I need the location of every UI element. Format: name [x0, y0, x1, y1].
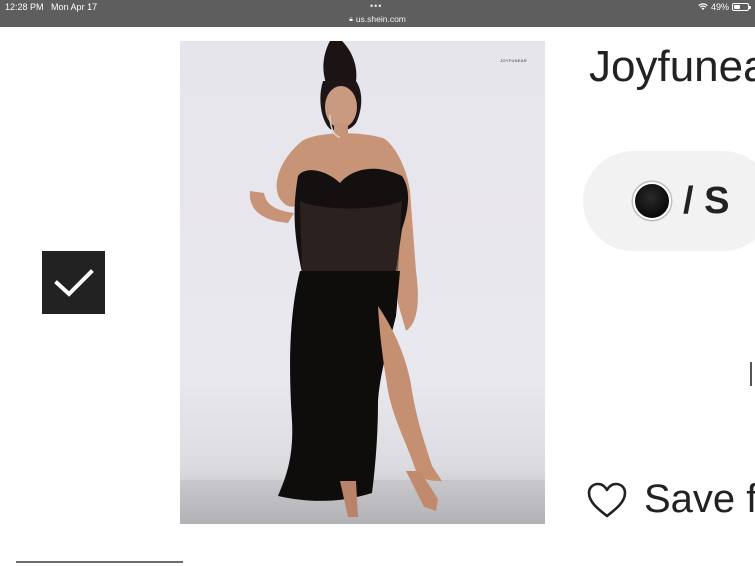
checkmark-icon: [53, 268, 94, 297]
variant-selector[interactable]: / S: [583, 151, 755, 251]
url-text: us.shein.com: [355, 14, 406, 24]
save-label: Save f: [644, 477, 755, 521]
select-checkbox[interactable]: [42, 251, 105, 314]
product-image[interactable]: JOYFUNEAR: [180, 41, 545, 524]
heart-icon: [587, 482, 627, 517]
home-indicator-line: [16, 561, 183, 563]
battery-icon: [732, 3, 751, 11]
status-time-date: 12:28 PM Mon Apr 17: [5, 2, 97, 12]
status-date: Mon Apr 17: [51, 2, 98, 12]
variant-size-label: / S: [683, 179, 730, 222]
product-title: Joyfunea: [589, 42, 755, 91]
address-bar[interactable]: 🔒︎ us.shein.com: [0, 14, 755, 24]
battery-nub: [749, 6, 751, 9]
lock-icon: 🔒︎: [349, 16, 353, 23]
status-bar: 12:28 PM Mon Apr 17 ••• 🔒︎ us.shein.com 4…: [0, 0, 755, 27]
status-indicators: 49%: [698, 2, 751, 12]
wifi-icon: [698, 3, 708, 10]
save-for-later-button[interactable]: Save f: [586, 477, 755, 522]
multitasking-dots-icon[interactable]: •••: [370, 1, 382, 11]
battery-percent: 49%: [710, 2, 729, 12]
status-time: 12:28 PM: [5, 2, 44, 12]
color-swatch: [633, 182, 671, 220]
battery-fill: [734, 5, 741, 9]
scroll-indicator: [750, 362, 752, 386]
model-in-black-sequin-dress: [249, 41, 442, 517]
